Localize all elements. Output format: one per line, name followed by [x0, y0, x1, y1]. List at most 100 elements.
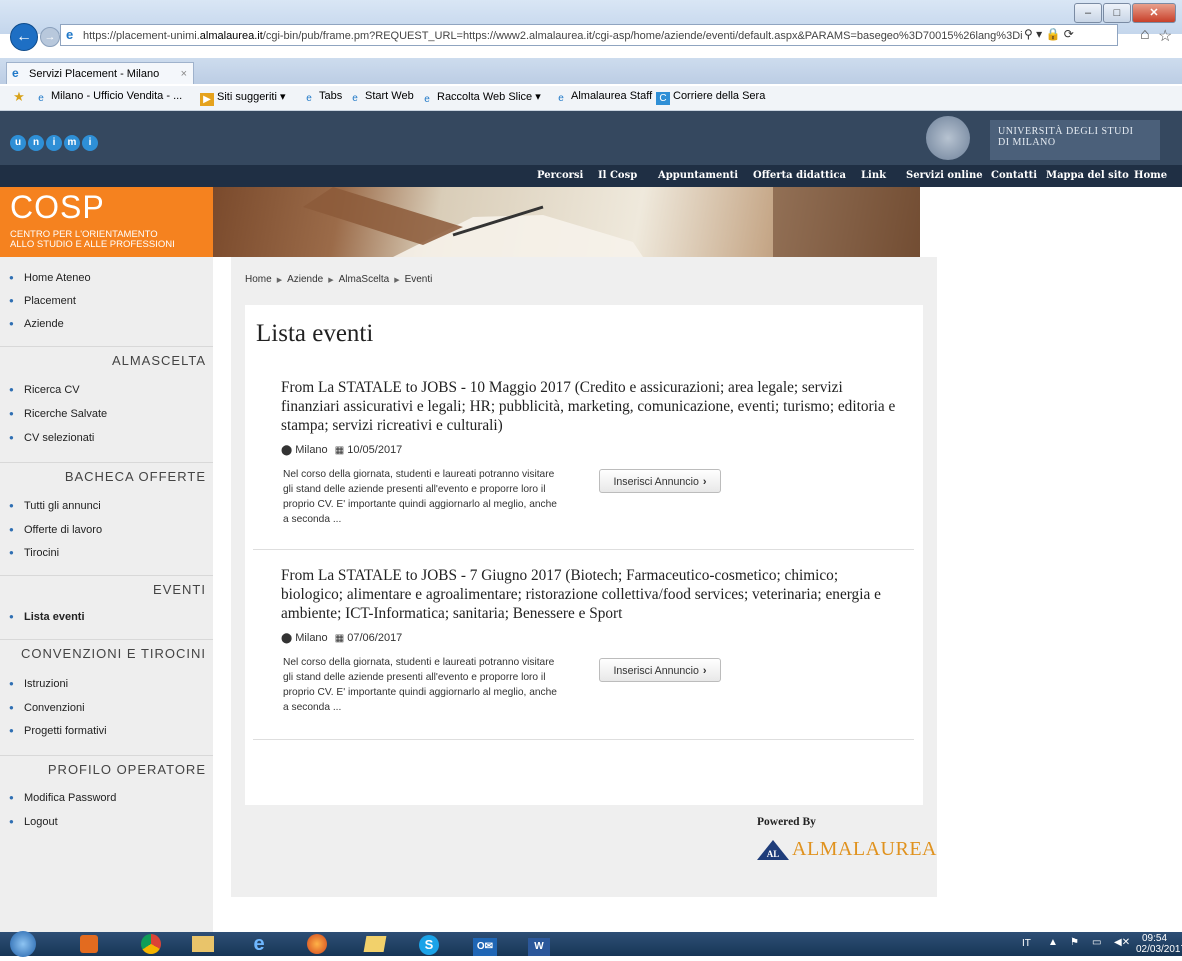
button-label: Inserisci Annuncio — [613, 476, 699, 488]
sidebar-item-tirocini[interactable]: Tirocini — [0, 542, 213, 564]
unimi-logo[interactable]: u n i m i — [10, 135, 100, 151]
event-divider — [253, 549, 914, 550]
fav-start-web[interactable]: e Start Web — [348, 90, 414, 105]
event-title[interactable]: From La STATALE to JOBS - 7 Giugno 2017 … — [281, 566, 901, 623]
nav-home[interactable]: Home — [1134, 170, 1167, 181]
nav-mappa-del-sito[interactable]: Mappa del sito — [1046, 170, 1129, 181]
nav-link[interactable]: Link — [861, 170, 886, 181]
network-icon[interactable]: ▭ — [1092, 937, 1101, 948]
sidebar-item-ricerca-cv[interactable]: Ricerca CV — [0, 379, 213, 401]
fav-siti-suggeriti[interactable]: ▶ Siti suggeriti ▾ — [200, 90, 286, 106]
inserisci-annuncio-button[interactable]: Inserisci Annuncio › — [599, 469, 721, 493]
firefox-icon[interactable] — [296, 932, 338, 956]
banner-image — [213, 187, 920, 257]
clock-time[interactable]: 09:54 — [1142, 933, 1167, 944]
suggested-sites-icon: ▶ — [200, 93, 214, 106]
nav-contatti[interactable]: Contatti — [991, 170, 1037, 181]
sidebar-item-logout[interactable]: Logout — [0, 811, 213, 833]
event-meta: ⬤ Milano ▦ 10/05/2017 — [281, 444, 402, 456]
university-seal — [926, 116, 970, 160]
event-description: Nel corso della giornata, studenti e lau… — [283, 469, 557, 525]
almalaurea-mark-text: AL — [767, 849, 780, 859]
breadcrumb-separator-icon: ▶ — [394, 277, 400, 284]
university-name: UNIVERSITÀ DEGLI STUDI DI MILANO — [990, 120, 1160, 160]
logo-letter: m — [64, 135, 80, 151]
sidebar-item-placement[interactable]: Placement — [0, 290, 213, 312]
action-center-flag-icon[interactable]: ⚑ — [1070, 937, 1079, 948]
event-meta: ⬤ Milano ▦ 07/06/2017 — [281, 632, 402, 644]
browser-tab[interactable]: e Servizi Placement - Milano × — [6, 62, 194, 84]
almalaurea-logo[interactable]: AL ALMALAUREA — [757, 838, 937, 861]
nav-il-cosp[interactable]: Il Cosp — [598, 170, 637, 181]
sidebar-item-convenzioni[interactable]: Convenzioni — [0, 697, 213, 719]
logo-letter: i — [46, 135, 62, 151]
close-window-button[interactable]: ✕ — [1132, 3, 1176, 23]
breadcrumb-home[interactable]: Home — [245, 274, 272, 285]
fav-tabs[interactable]: e Tabs — [302, 90, 342, 105]
cosp-subtitle: CENTRO PER L'ORIENTAMENTO ALLO STUDIO E … — [10, 230, 175, 250]
logo-letter: i — [82, 135, 98, 151]
inserisci-annuncio-button[interactable]: Inserisci Annuncio › — [599, 658, 721, 682]
event-title[interactable]: From La STATALE to JOBS - 10 Maggio 2017… — [281, 378, 901, 435]
nav-percorsi[interactable]: Percorsi — [537, 170, 583, 181]
corriere-icon: C — [656, 92, 670, 105]
clock-date[interactable]: 02/03/2017 — [1136, 944, 1182, 955]
powered-by-label: Powered By — [757, 816, 816, 828]
nav-appuntamenti[interactable]: Appuntamenti — [658, 170, 738, 181]
url-prefix: https://placement-unimi. — [83, 30, 200, 42]
sidebar-item-modifica-password[interactable]: Modifica Password — [0, 787, 213, 809]
tab-close-icon[interactable]: × — [181, 63, 187, 85]
sidebar-heading-almascelta: ALMASCELTA — [0, 346, 213, 374]
address-bar[interactable]: https://placement-unimi.almalaurea.it/cg… — [60, 24, 1118, 46]
chrome-icon[interactable] — [130, 932, 172, 956]
skype-icon[interactable]: S — [408, 932, 450, 956]
url-host: almalaurea.it — [199, 30, 263, 42]
breadcrumb-almascelta[interactable]: AlmaScelta — [339, 274, 390, 285]
address-tools[interactable]: ⚲ ▾ 🔒 ⟳ — [1024, 27, 1074, 41]
almalaurea-mark-icon: AL — [757, 839, 789, 860]
outlook-icon[interactable]: O✉ — [464, 932, 506, 956]
media-player-icon[interactable] — [68, 932, 110, 956]
fav-milano[interactable]: e Milano - Ufficio Vendita - ... — [34, 90, 182, 105]
internet-explorer-icon[interactable]: e — [238, 932, 280, 956]
almalaurea-wordmark: ALMALAUREA — [792, 838, 937, 860]
url-path: /cgi-bin/pub/frame.pm?REQUEST_URL=https:… — [262, 30, 1023, 42]
sidebar-item-offerte-di-lavoro[interactable]: Offerte di lavoro — [0, 519, 213, 541]
file-explorer-icon[interactable] — [182, 932, 224, 956]
folder-icon[interactable] — [354, 932, 396, 956]
logo-letter: u — [10, 135, 26, 151]
volume-muted-icon[interactable]: ◀✕ — [1114, 937, 1130, 948]
cosp-subtitle-line2: ALLO STUDIO E ALLE PROFESSIONI — [10, 239, 175, 250]
sidebar-item-aziende[interactable]: Aziende — [0, 313, 213, 335]
maximize-button[interactable]: □ — [1103, 3, 1131, 23]
sidebar-item-istruzioni[interactable]: Istruzioni — [0, 673, 213, 695]
nav-servizi-online[interactable]: Servizi online — [906, 170, 983, 181]
sidebar-heading-convenzioni: CONVENZIONI E TIROCINI — [0, 639, 213, 667]
ie-icon: e — [38, 93, 44, 104]
event-date: 07/06/2017 — [347, 632, 403, 644]
fav-corriere[interactable]: C Corriere della Sera — [656, 90, 765, 105]
sidebar-item-ricerche-salvate[interactable]: Ricerche Salvate — [0, 403, 213, 425]
fav-almalaurea-staff[interactable]: e Almalaurea Staff — [554, 90, 652, 105]
show-hidden-icons-icon[interactable]: ▲ — [1048, 937, 1058, 948]
back-button[interactable]: ← — [10, 23, 38, 51]
fav-raccolta[interactable]: e Raccolta Web Slice ▾ — [420, 90, 541, 106]
nav-offerta-didattica[interactable]: Offerta didattica — [753, 170, 846, 181]
language-indicator[interactable]: IT — [1022, 938, 1031, 949]
sidebar-item-home-ateneo[interactable]: Home Ateneo — [0, 267, 213, 289]
home-icon[interactable]: ⌂ — [1140, 26, 1150, 44]
favorites-star-add-icon[interactable]: ★ — [12, 90, 29, 103]
minimize-button[interactable]: – — [1074, 3, 1102, 23]
breadcrumb-aziende[interactable]: Aziende — [287, 274, 323, 285]
word-icon[interactable]: W — [518, 932, 560, 956]
sidebar-item-lista-eventi[interactable]: Lista eventi — [0, 606, 213, 628]
event-description: Nel corso della giornata, studenti e lau… — [283, 657, 557, 713]
forward-button[interactable]: → — [40, 27, 60, 47]
favorites-star-icon[interactable]: ☆ — [1158, 26, 1172, 46]
sidebar-item-tutti-gli-annunci[interactable]: Tutti gli annunci — [0, 495, 213, 517]
sidebar-item-progetti-formativi[interactable]: Progetti formativi — [0, 720, 213, 742]
start-button[interactable] — [10, 931, 36, 957]
university-name-line2: DI MILANO — [998, 137, 1056, 148]
ie-icon: e — [424, 94, 430, 105]
sidebar-item-cv-selezionati[interactable]: CV selezionati — [0, 427, 213, 449]
